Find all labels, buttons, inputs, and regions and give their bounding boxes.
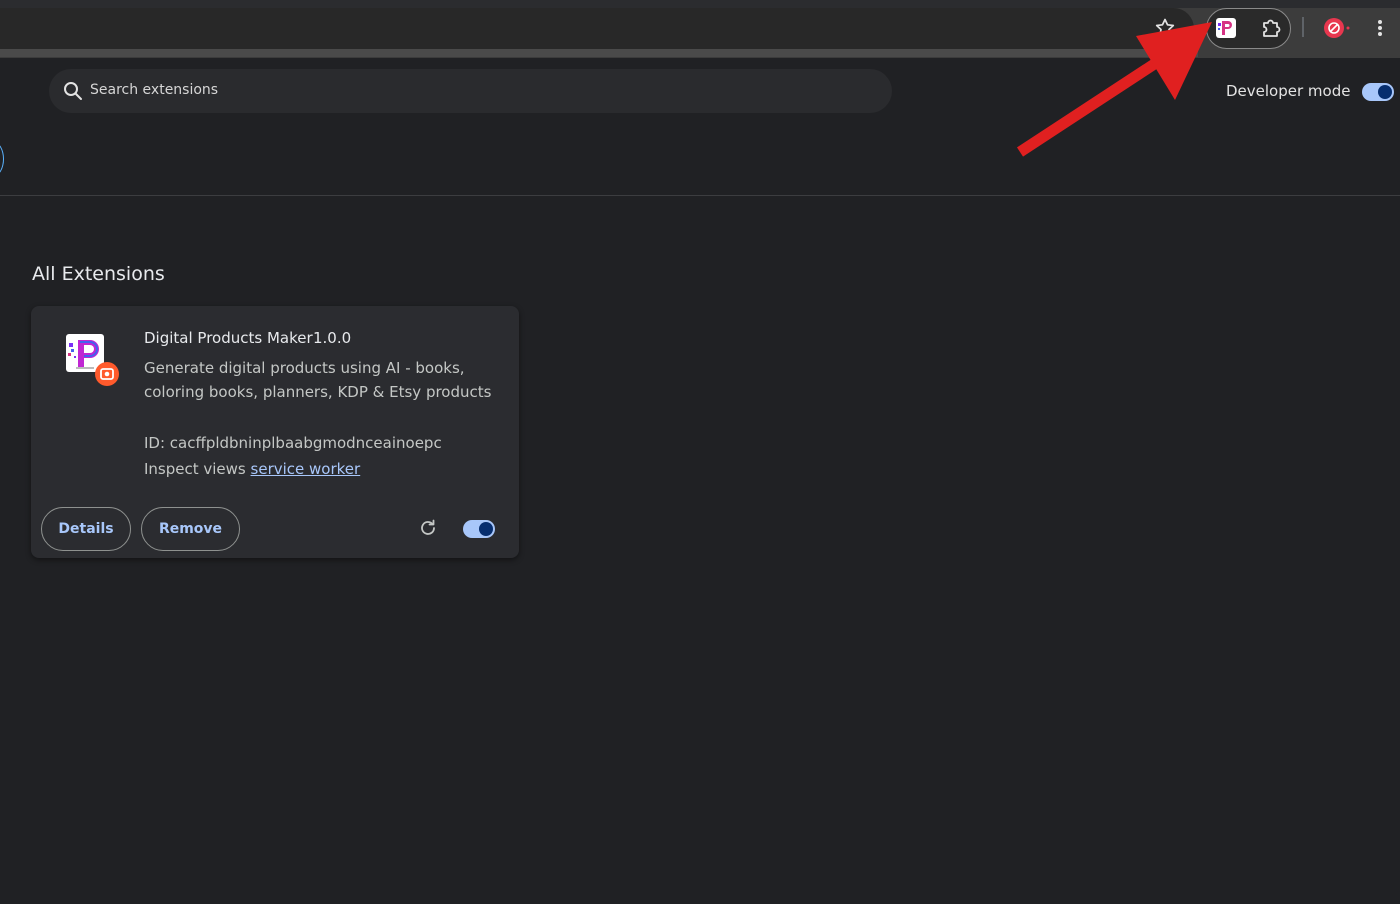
developer-mode-label: Developer mode <box>1226 82 1351 100</box>
extension-id: ID: cacffpldbninplbaabgmodnceainoepc <box>144 434 442 452</box>
reload-icon[interactable] <box>418 518 438 538</box>
toggle-knob <box>479 522 493 536</box>
inspect-views-label: Inspect views <box>144 460 246 478</box>
puzzle-icon[interactable] <box>1259 15 1285 41</box>
sidebar-menu-button-edge[interactable] <box>0 142 4 176</box>
extension-name: Digital Products Maker <box>144 329 313 347</box>
extension-description: Generate digital products using AI - boo… <box>144 359 492 401</box>
address-bar[interactable] <box>0 8 1194 49</box>
extension-logo-icon <box>66 334 119 386</box>
bookmark-star-icon[interactable] <box>1153 16 1177 40</box>
service-worker-link[interactable]: service worker <box>251 460 361 478</box>
header-divider <box>0 195 1400 196</box>
toggle-knob <box>1378 85 1392 99</box>
digital-products-maker-icon[interactable] <box>1215 17 1237 39</box>
toolbar-separator <box>1302 17 1304 37</box>
inspect-views-row: Inspect views service worker <box>144 460 360 478</box>
profile-avatar-icon[interactable] <box>1321 15 1351 41</box>
extension-enable-toggle[interactable] <box>463 520 495 538</box>
search-extensions-input[interactable]: Search extensions <box>49 69 892 113</box>
details-button[interactable]: Details <box>41 507 131 551</box>
extension-card: Digital Products Maker 1.0.0 Generate di… <box>31 306 519 558</box>
section-title: All Extensions <box>32 263 165 285</box>
window-top-strip <box>0 0 1400 8</box>
vertical-dots-icon[interactable] <box>1372 16 1388 40</box>
remove-button[interactable]: Remove <box>141 507 240 551</box>
developer-mode-toggle[interactable] <box>1362 83 1394 101</box>
search-icon <box>64 82 82 100</box>
extension-version: 1.0.0 <box>313 329 352 347</box>
search-placeholder: Search extensions <box>90 82 219 98</box>
toolbar-bottom-edge <box>0 49 1198 57</box>
